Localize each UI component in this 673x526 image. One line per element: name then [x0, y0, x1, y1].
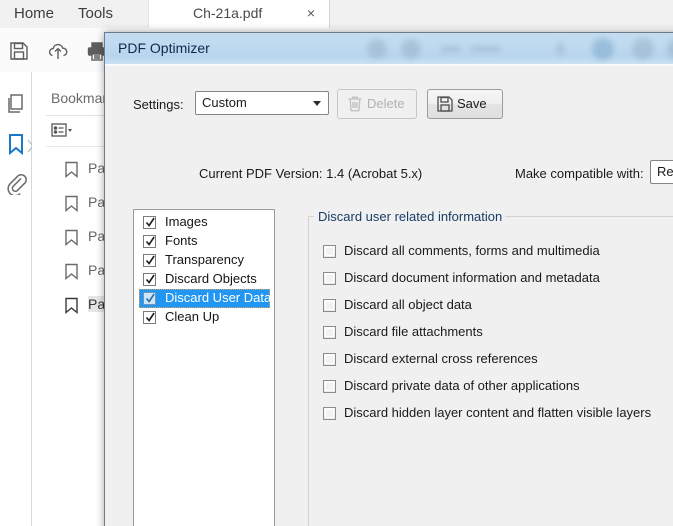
menu-home[interactable]: Home — [8, 3, 60, 24]
cloud-upload-icon[interactable] — [47, 40, 69, 62]
page-thumbnails-icon[interactable] — [4, 92, 28, 116]
make-compatible-label: Make compatible with: — [515, 166, 644, 181]
dialog-title: PDF Optimizer — [118, 40, 210, 56]
delete-button-label: Delete — [367, 96, 405, 111]
optimizer-panel-item[interactable]: Discard User Data — [134, 289, 274, 308]
check-icon — [145, 235, 156, 248]
discard-option-label: Discard private data of other applicatio… — [344, 378, 580, 393]
attachments-icon[interactable] — [4, 171, 28, 197]
checkbox[interactable] — [323, 407, 336, 420]
check-icon — [145, 292, 156, 305]
document-tab-label: Ch-21a.pdf — [193, 5, 263, 21]
checkbox-inner — [325, 409, 334, 418]
delete-button[interactable]: Delete — [337, 89, 417, 119]
optimizer-panel-item[interactable]: Discard Objects — [134, 270, 274, 289]
optimizer-panel-item-inner: Discard Objects — [139, 270, 270, 289]
check-icon — [145, 254, 156, 267]
groupbox-border-right — [489, 216, 673, 217]
optimizer-panel-item-label: Images — [165, 214, 208, 229]
checkbox-inner — [325, 355, 334, 364]
optimizer-panel-item-inner: Images — [139, 213, 270, 232]
checkbox[interactable] — [323, 299, 336, 312]
optimizer-panel-item-label: Fonts — [165, 233, 198, 248]
application-window: Home Tools Ch-21a.pdf × Bookmar Pag Pag … — [0, 0, 673, 526]
checkbox-inner — [325, 382, 334, 391]
save-icon[interactable] — [8, 40, 30, 62]
tab-strip-empty — [329, 0, 673, 28]
trash-icon — [346, 95, 364, 113]
bookmark-icon — [64, 161, 79, 178]
checkbox[interactable] — [143, 292, 156, 305]
checkbox[interactable] — [323, 326, 336, 339]
bookmark-icon — [64, 297, 79, 314]
discard-option-label: Discard hidden layer content and flatten… — [344, 405, 652, 420]
optimizer-panel-item-inner: Clean Up — [139, 308, 270, 327]
checkbox[interactable] — [143, 235, 156, 248]
bookmark-icon — [64, 263, 79, 280]
checkbox[interactable] — [143, 311, 156, 324]
checkbox[interactable] — [143, 273, 156, 286]
optimizer-panel-list[interactable]: Images Fonts Transparency Discard Objects Di… — [133, 209, 275, 526]
optimizer-panel-item-label: Transparency — [165, 252, 244, 267]
settings-dropdown-value: Custom — [202, 95, 247, 110]
discard-option-label: Discard file attachments — [344, 324, 483, 339]
bookmarks-icon[interactable] — [4, 132, 28, 156]
checkbox-inner — [325, 247, 334, 256]
close-icon[interactable]: × — [307, 4, 315, 22]
navigation-rail — [0, 72, 34, 526]
discard-option-label: Discard external cross references — [344, 351, 538, 366]
groupbox-border-left — [308, 216, 314, 217]
optimizer-panel-item[interactable]: Images — [134, 213, 274, 232]
optimizer-panel-item[interactable]: Fonts — [134, 232, 274, 251]
checkbox[interactable] — [323, 272, 336, 285]
optimizer-panel-item[interactable]: Transparency — [134, 251, 274, 270]
save-button-label: Save — [457, 96, 487, 111]
floppy-icon — [436, 95, 454, 113]
checkbox[interactable] — [323, 353, 336, 366]
discard-option-label: Discard all comments, forms and multimed… — [344, 243, 600, 258]
checkbox-inner — [325, 301, 334, 310]
settings-label: Settings: — [133, 97, 184, 112]
pdf-optimizer-dialog: PDF Optimizer Settings: Custom Delete Sa… — [104, 32, 673, 526]
checkbox[interactable] — [323, 245, 336, 258]
optimizer-panel-item-inner: Fonts — [139, 232, 270, 251]
tab-bar: Home Tools Ch-21a.pdf × — [0, 0, 673, 29]
optimizer-panel-item-label: Discard User Data — [165, 290, 272, 305]
document-tab[interactable]: Ch-21a.pdf × — [148, 0, 330, 28]
optimizer-panel-item-label: Clean Up — [165, 309, 220, 324]
chevron-down-icon — [313, 101, 321, 106]
make-compatible-dropdown[interactable]: Retain existing — [650, 160, 673, 184]
discard-option-label: Discard document information and metadat… — [344, 270, 600, 285]
bookmark-icon — [64, 195, 79, 212]
checkbox[interactable] — [323, 380, 336, 393]
discard-user-data-groupbox — [308, 216, 673, 526]
checkbox[interactable] — [143, 216, 156, 229]
discard-option-label: Discard all object data — [344, 297, 472, 312]
settings-dropdown[interactable]: Custom — [195, 91, 329, 115]
bookmarks-panel-title: Bookmar — [51, 90, 108, 106]
dialog-body: Settings: Custom Delete Save Current PDF… — [105, 66, 673, 526]
checkbox-inner — [325, 328, 334, 337]
optimizer-panel-item-inner: Discard User Data — [139, 289, 272, 308]
bookmark-icon — [64, 229, 79, 246]
check-icon — [145, 216, 156, 229]
make-compatible-value: Retain existing — [657, 164, 673, 179]
save-settings-button[interactable]: Save — [427, 89, 503, 119]
check-icon — [145, 311, 156, 324]
optimizer-panel-item-inner: Transparency — [139, 251, 270, 270]
check-icon — [145, 273, 156, 286]
menu-tools[interactable]: Tools — [72, 3, 119, 24]
dialog-title-bar[interactable]: PDF Optimizer — [105, 33, 673, 66]
groupbox-title: Discard user related information — [315, 209, 506, 224]
current-pdf-version: Current PDF Version: 1.4 (Acrobat 5.x) — [199, 166, 423, 181]
optimizer-panel-item-label: Discard Objects — [165, 271, 257, 286]
checkbox-inner — [325, 274, 334, 283]
checkbox[interactable] — [143, 254, 156, 267]
bookmark-options-icon[interactable] — [51, 122, 73, 140]
optimizer-panel-item[interactable]: Clean Up — [134, 308, 274, 327]
